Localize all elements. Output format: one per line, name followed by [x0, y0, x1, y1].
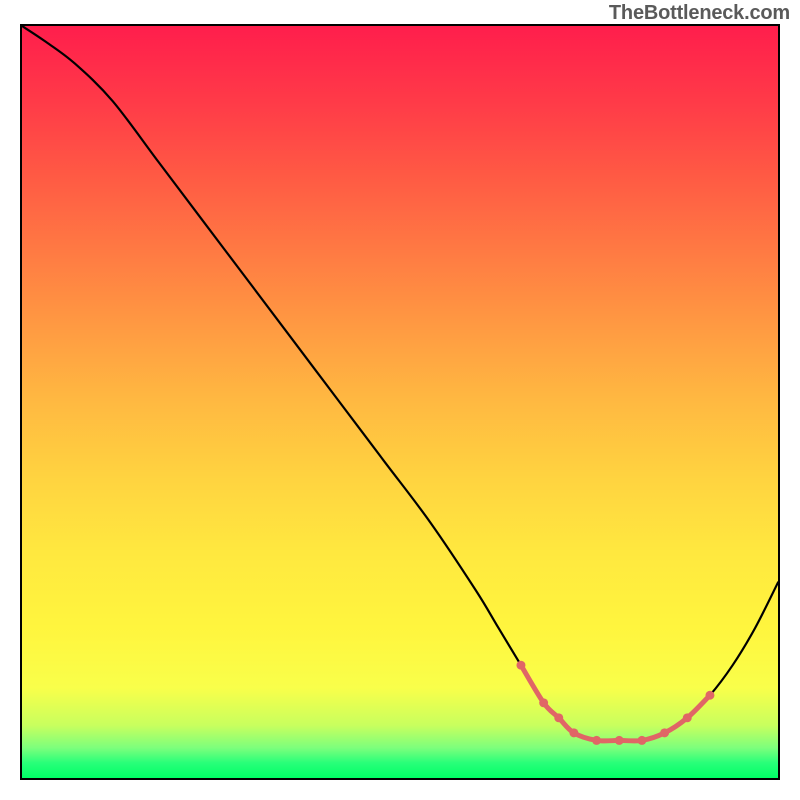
- optimal-range-dot: [592, 736, 601, 745]
- optimal-range-dot: [683, 713, 692, 722]
- optimal-range-dot: [516, 661, 525, 670]
- plot-area: [20, 24, 780, 780]
- watermark-label: TheBottleneck.com: [609, 2, 790, 25]
- optimal-range-path: [521, 665, 710, 741]
- chart-container: TheBottleneck.com: [0, 0, 800, 800]
- optimal-range-dot: [637, 736, 646, 745]
- optimal-range-dot: [569, 728, 578, 737]
- optimal-range-dots: [516, 661, 714, 745]
- bottleneck-curve-path: [22, 26, 778, 741]
- optimal-range-dot: [705, 691, 714, 700]
- optimal-range-dot: [660, 728, 669, 737]
- curve-svg: [22, 26, 778, 778]
- optimal-range-dot: [615, 736, 624, 745]
- optimal-range-dot: [539, 698, 548, 707]
- optimal-range-dot: [554, 713, 563, 722]
